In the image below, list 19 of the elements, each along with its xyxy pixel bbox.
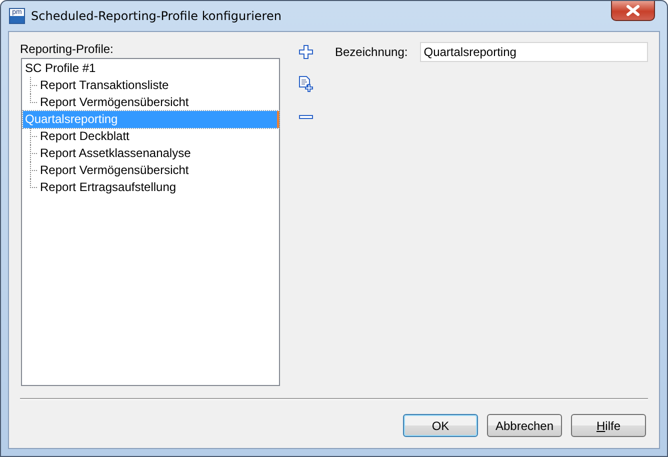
tree-item[interactable]: Report Vermögensübersicht <box>38 162 191 179</box>
dialog-button[interactable]: Hilfe <box>571 414 646 437</box>
dialog-button[interactable]: Abbrechen <box>487 414 562 437</box>
dialog-button[interactable]: OK <box>403 414 478 437</box>
tree-item[interactable]: Report Vermögensübersicht <box>38 94 191 111</box>
window-title: Scheduled-Reporting-Profile konfigurieren <box>31 9 282 23</box>
name-field[interactable]: Quartalsreporting <box>420 42 648 62</box>
field-label: Bezeichnung: <box>335 44 408 61</box>
tree-item[interactable]: Report Assetklassenanalyse <box>38 145 193 162</box>
close-button[interactable] <box>611 1 655 21</box>
tree-item[interactable]: SC Profile #1 <box>23 60 98 77</box>
tree-item[interactable]: Report Transaktionsliste <box>38 77 171 94</box>
plus-icon <box>298 44 314 60</box>
minus-icon <box>298 114 314 120</box>
close-icon <box>626 5 640 16</box>
list-label: Reporting-Profile: <box>20 42 114 56</box>
document-plus-icon <box>298 75 314 93</box>
tree-item[interactable]: Report Deckblatt <box>38 128 132 145</box>
tree-item[interactable]: Report Ertragsaufstellung <box>38 179 178 196</box>
